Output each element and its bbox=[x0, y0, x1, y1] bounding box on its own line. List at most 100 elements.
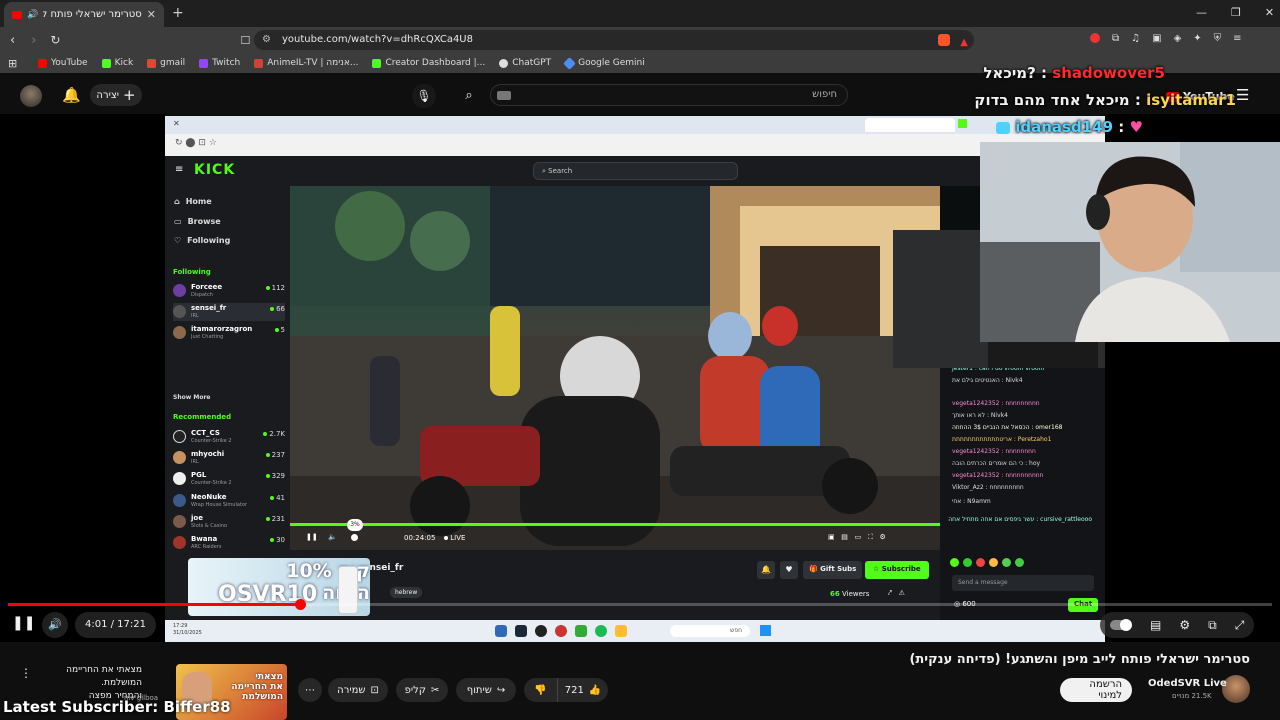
brave-shield-icon[interactable] bbox=[938, 34, 950, 46]
rewards-icon[interactable]: ▲ bbox=[960, 33, 968, 53]
bookmark-gmail[interactable]: gmail bbox=[147, 58, 185, 68]
back-icon[interactable]: ‹ bbox=[10, 33, 15, 48]
avatar bbox=[173, 472, 186, 485]
keyboard-icon[interactable] bbox=[497, 91, 511, 100]
clip-button[interactable]: ✂ קליפ bbox=[396, 678, 448, 702]
tab-close-icon[interactable]: ✕ bbox=[147, 8, 156, 21]
kick-navbar: ≡ KICK ⌕ Search bbox=[165, 156, 1105, 186]
windows-start-icon bbox=[760, 625, 771, 636]
search-button[interactable]: ⌕ bbox=[455, 84, 483, 106]
progress-scrubber[interactable] bbox=[294, 599, 306, 610]
app-icon bbox=[535, 625, 547, 637]
kick-play-controls: ❚❚ 🔈 00:24:05 LIVE ▣ ▤ ▭ ⛶ ⚙ bbox=[290, 530, 940, 550]
kick-channel: CCT_CS Counter-Strike 2 2.7K bbox=[173, 428, 285, 446]
settings-gear-icon[interactable]: ⚙ bbox=[1179, 618, 1190, 632]
notifications-bell-icon[interactable]: 🔔 bbox=[62, 86, 81, 104]
heart-emote-icon: ♥ bbox=[1129, 118, 1143, 136]
maximize-icon[interactable]: ❐ bbox=[1231, 6, 1241, 19]
avatar bbox=[173, 494, 186, 507]
kick-sidebar: ⌂ Home ▭ Browse ♡ Following Following Force… bbox=[165, 186, 290, 620]
street-scene-image bbox=[290, 186, 940, 550]
bookmark-animeil[interactable]: AnimeIL-TV | אנימה... bbox=[254, 58, 358, 68]
bookmark-gemini[interactable]: Google Gemini bbox=[563, 56, 645, 70]
reload-icon[interactable]: ↻ bbox=[50, 33, 60, 47]
promo-more-icon[interactable]: ⋮ bbox=[20, 666, 32, 680]
minimize-icon[interactable]: — bbox=[1196, 6, 1207, 19]
guide-menu-icon[interactable]: ☰ bbox=[1236, 86, 1249, 104]
bookmark-chatgpt[interactable]: ChatGPT bbox=[499, 58, 551, 68]
recommended-header: Recommended bbox=[173, 413, 232, 421]
autoplay-toggle[interactable] bbox=[1110, 619, 1132, 631]
bookmark-kick[interactable]: Kick bbox=[101, 58, 133, 68]
apps-grid-icon[interactable]: ⊞ bbox=[8, 57, 17, 70]
more-actions-button[interactable]: ⋯ bbox=[298, 678, 322, 702]
avatar bbox=[173, 284, 186, 297]
play-pause-button[interactable]: ❚❚ bbox=[12, 615, 35, 631]
bookmark-twitch[interactable]: Twitch bbox=[199, 58, 240, 68]
save-button[interactable]: ⊡ שמירה bbox=[328, 678, 388, 702]
forward-icon[interactable]: › bbox=[31, 33, 36, 48]
leo-icon[interactable]: ✦ bbox=[1193, 33, 1201, 44]
inner-reload-icon: ↻ ⬤ ⊡ ☆ bbox=[175, 138, 217, 148]
animeil-icon bbox=[254, 58, 264, 68]
streamer-image bbox=[980, 142, 1280, 342]
home-icon: ⌂ bbox=[174, 197, 180, 206]
user-avatar[interactable] bbox=[20, 85, 42, 107]
kick-heart-icon: ♥ bbox=[780, 561, 798, 579]
bookmark-star-icon[interactable]: ☐ bbox=[240, 34, 250, 47]
wallet-icon[interactable]: ◈ bbox=[1174, 33, 1182, 44]
kick-channel: joe Slots & Casino 231 bbox=[173, 513, 285, 531]
kick-chat-line: vegeta1242352 : nnnnnnnnnn bbox=[952, 472, 1044, 479]
tab-title: סטרימר ישראלי פותח לייב מי... bbox=[43, 9, 142, 20]
create-button[interactable]: יצירה + bbox=[90, 84, 142, 106]
kick-chat-line: cursive_rattleooo : עשר גיפסים אם אחה מת… bbox=[948, 516, 1092, 523]
avatar bbox=[173, 536, 186, 549]
sidebar-icon[interactable]: ▣ bbox=[1152, 33, 1161, 44]
plus-icon: + bbox=[123, 86, 136, 104]
like-button[interactable]: 👍 721 bbox=[558, 678, 608, 702]
address-bar[interactable]: ⚙ youtube.com/watch?v=dhRcQXCa4U8 ▲ bbox=[254, 30, 974, 50]
site-info-icon[interactable]: ⚙ bbox=[262, 30, 271, 50]
record-icon[interactable] bbox=[1090, 33, 1100, 43]
dislike-button[interactable]: 👎 bbox=[524, 678, 558, 702]
extensions-icon[interactable]: ⧉ bbox=[1112, 33, 1119, 44]
window-controls: — ❐ ✕ bbox=[1196, 6, 1274, 19]
media-icon[interactable]: ♫ bbox=[1131, 33, 1140, 44]
subtitles-icon[interactable]: ▤ bbox=[1150, 618, 1161, 632]
bookmark-youtube[interactable]: YouTube bbox=[38, 58, 88, 68]
new-tab-button[interactable]: + bbox=[172, 5, 184, 21]
emote-icon bbox=[1002, 558, 1011, 567]
fullscreen-icon[interactable]: ⤢ bbox=[1235, 618, 1245, 633]
bookmark-creator-dashboard[interactable]: Creator Dashboard |... bbox=[372, 58, 485, 68]
kick-chat-line: N9amm : אחי bbox=[952, 498, 991, 505]
inner-address-bar: ↻ ⬤ ⊡ ☆ bbox=[165, 134, 1105, 156]
browse-icon: ▭ bbox=[174, 217, 182, 226]
kick-channel: sensei_fr IRL 66 bbox=[173, 303, 285, 321]
kick-nav-browse: ▭ Browse bbox=[174, 217, 221, 226]
vpn-icon[interactable]: ⛨ bbox=[1214, 33, 1222, 44]
browser-tab[interactable]: ✕ סטרימר ישראלי פותח לייב מי... 🔊 bbox=[4, 2, 164, 27]
tab-audio-icon[interactable]: 🔊 bbox=[27, 10, 38, 20]
chat-emote-icon bbox=[996, 121, 1010, 134]
emote-bar bbox=[950, 558, 1100, 568]
close-window-icon[interactable]: ✕ bbox=[1265, 6, 1274, 19]
subscribe-button[interactable]: הרשמה למינוי bbox=[1060, 678, 1132, 702]
share-button[interactable]: ↪ שיתוף bbox=[456, 678, 516, 702]
steam-icon bbox=[515, 625, 527, 637]
promo-code-overlay: קוד 10% הנחה OSVR10 bbox=[188, 558, 370, 616]
miniplayer-icon[interactable]: ⧉ bbox=[1208, 618, 1217, 633]
extensions-toolbar: ⧉ ♫ ▣ ◈ ✦ ⛨ ≡ bbox=[1090, 33, 1242, 44]
taskbar-search: חפש bbox=[670, 625, 750, 637]
pip-icon: ▣ ▤ ▭ ⛶ ⚙ bbox=[828, 533, 886, 541]
time-display: 4:01 / 17:21 bbox=[75, 612, 157, 638]
stream-time: 00:24:05 bbox=[404, 534, 436, 542]
channel-name[interactable]: OdedSVR Live bbox=[1148, 678, 1227, 689]
mute-button[interactable]: 🔊 bbox=[42, 612, 68, 638]
menu-icon[interactable]: ≡ bbox=[1233, 33, 1241, 44]
spotify-icon bbox=[595, 625, 607, 637]
gemini-icon bbox=[563, 56, 577, 70]
volume-icon: 🔈 bbox=[328, 533, 337, 541]
voice-search-icon[interactable]: 🎙 bbox=[412, 84, 436, 108]
search-input[interactable]: חיפוש bbox=[490, 84, 848, 106]
overlay-chat-line: isyitamar1 : מיכאל אחד מהם בדוק bbox=[974, 91, 1236, 109]
